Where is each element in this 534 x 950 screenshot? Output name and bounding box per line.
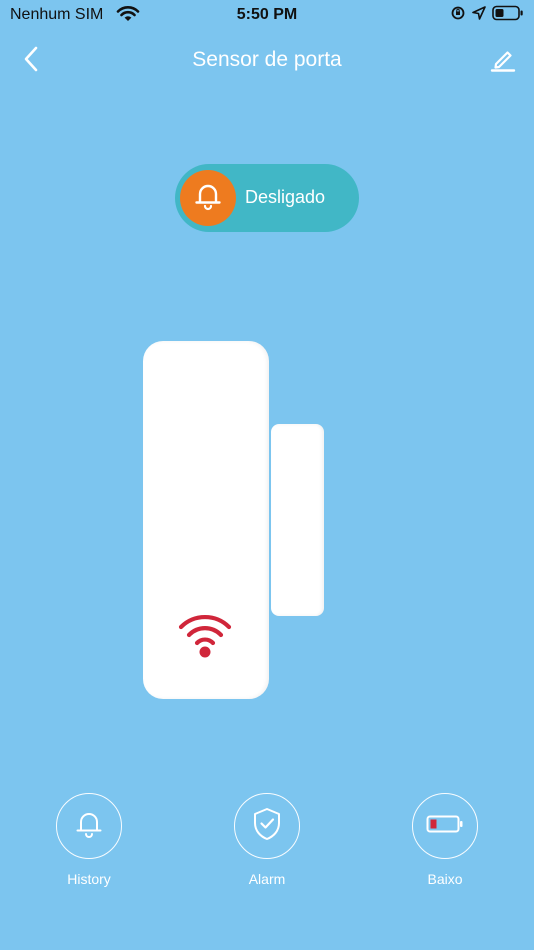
nav-bar: Sensor de porta [0,38,534,84]
bell-icon [191,179,225,218]
shield-check-icon [250,806,284,847]
alarm-label: Alarm [248,871,286,887]
history-label: History [67,871,111,887]
status-bar: Nenhum SIM 5:50 PM [0,0,534,32]
alarm-toggle-knob [180,170,236,226]
battery-low-icon [426,814,464,839]
bell-icon [72,807,106,846]
status-right-icons [450,5,524,26]
history-button[interactable]: History [34,793,144,887]
edit-button[interactable] [486,44,520,78]
alarm-toggle-label: Desligado [245,187,326,207]
bottom-actions: History Alarm Baixo [0,793,534,893]
battery-button[interactable]: Baixo [390,793,500,887]
alarm-circle [234,793,300,859]
sensor-body-illustration [143,341,269,699]
orientation-lock-icon [450,5,466,26]
history-circle [56,793,122,859]
alarm-toggle[interactable]: Desligado [175,164,359,232]
wifi-signal-icon [177,609,233,664]
sensor-magnet-illustration [271,424,324,616]
location-arrow-icon [472,6,486,25]
battery-status-icon [492,5,524,26]
battery-label: Baixo [427,871,463,887]
battery-circle [412,793,478,859]
pencil-icon [489,45,517,78]
alarm-button[interactable]: Alarm [212,793,322,887]
page-title: Sensor de porta [192,48,342,71]
